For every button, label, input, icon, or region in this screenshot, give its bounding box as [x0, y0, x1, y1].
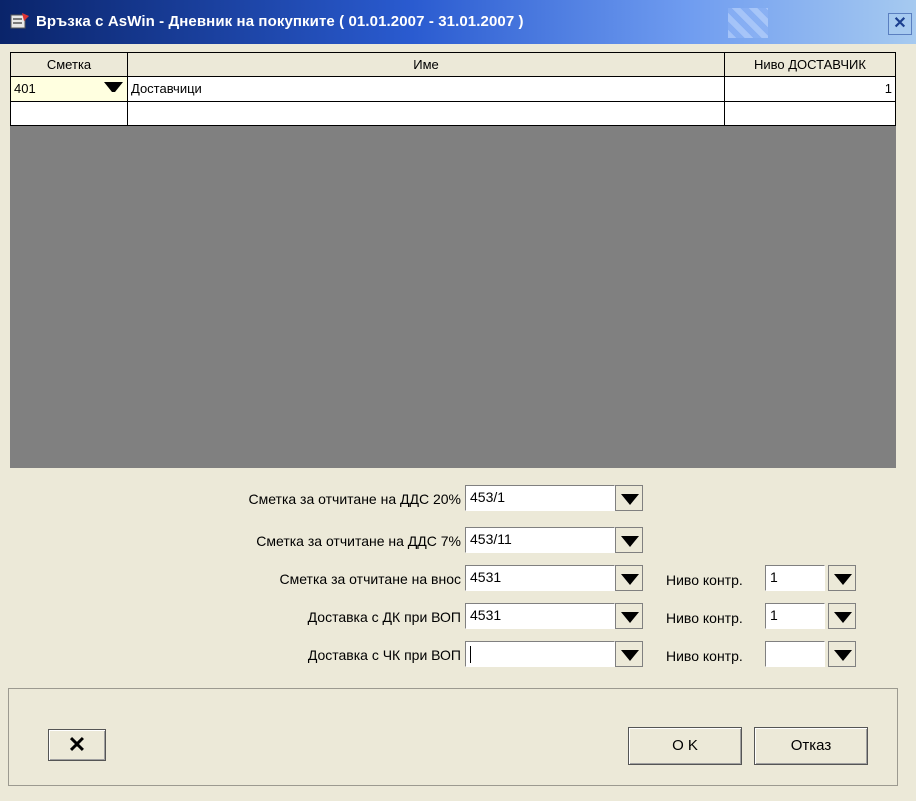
dialog-window: Връзка с AsWin - Дневник на покупките ( … — [0, 0, 916, 801]
cancel-button-label: Отказ — [790, 737, 832, 754]
empty-cell[interactable] — [724, 100, 896, 127]
vat20-label: Сметка за отчитане на ДДС 20% — [248, 491, 461, 507]
chevron-down-icon[interactable] — [828, 641, 856, 667]
column-header-level[interactable]: Ниво ДОСТАВЧИК — [724, 51, 896, 78]
level-cell[interactable]: 1 — [724, 76, 896, 102]
app-icon — [10, 13, 29, 29]
accounts-grid: Сметка Име Ниво ДОСТАВЧИК 401 Доставчици… — [10, 51, 896, 127]
dk-vop-row: Доставка с ДК при ВОП 4531 Ниво контр. 1 — [0, 603, 916, 631]
vat20-combo[interactable]: 453/1 — [465, 485, 615, 511]
chevron-down-icon[interactable] — [828, 565, 856, 591]
import-level-combo[interactable]: 1 — [765, 565, 825, 591]
empty-cell[interactable] — [10, 100, 128, 127]
column-header-name[interactable]: Име — [127, 51, 725, 78]
text-cursor — [470, 646, 471, 663]
import-level-value: 1 — [770, 569, 778, 585]
import-label: Сметка за отчитане на внос — [279, 571, 462, 587]
column-header-account[interactable]: Сметка — [10, 51, 128, 78]
chevron-down-icon[interactable] — [615, 565, 643, 591]
delete-button[interactable]: ✕ — [48, 729, 106, 761]
accounts-grid-area: Сметка Име Ниво ДОСТАВЧИК 401 Доставчици… — [10, 51, 896, 468]
dk-vop-level-value: 1 — [770, 607, 778, 623]
chk-vop-level-label: Ниво контр. — [666, 648, 743, 664]
dk-vop-label: Доставка с ДК при ВОП — [307, 609, 461, 625]
account-cell-combo[interactable]: 401 — [10, 76, 128, 102]
dk-vop-level-label: Ниво контр. — [666, 610, 743, 626]
window-title: Връзка с AsWin - Дневник на покупките ( … — [36, 13, 524, 30]
import-row: Сметка за отчитане на внос 4531 Ниво кон… — [0, 565, 916, 593]
table-row[interactable]: 401 Доставчици 1 — [10, 76, 896, 102]
import-value: 4531 — [470, 569, 502, 585]
vat7-row: Сметка за отчитане на ДДС 7% 453/11 — [0, 527, 916, 555]
name-cell[interactable]: Доставчици — [127, 76, 725, 102]
import-level-label: Ниво контр. — [666, 572, 743, 588]
cancel-button[interactable]: Отказ — [754, 727, 868, 765]
vat20-row: Сметка за отчитане на ДДС 20% 453/1 — [0, 485, 916, 513]
chevron-down-icon[interactable] — [615, 485, 643, 511]
chevron-down-icon[interactable] — [615, 641, 643, 667]
dk-vop-level-combo[interactable]: 1 — [765, 603, 825, 629]
close-icon: ✕ — [893, 15, 907, 32]
title-bar: Връзка с AsWin - Дневник на покупките ( … — [0, 0, 916, 44]
chevron-down-icon[interactable] — [615, 603, 643, 629]
title-bar-decoration — [728, 8, 768, 38]
chevron-down-icon[interactable] — [615, 527, 643, 553]
chevron-down-icon[interactable] — [828, 603, 856, 629]
chk-vop-level-combo[interactable] — [765, 641, 825, 667]
chk-vop-label: Доставка с ЧК при ВОП — [307, 647, 461, 663]
close-button[interactable]: ✕ — [888, 13, 912, 35]
chk-vop-combo[interactable] — [465, 641, 615, 667]
table-row-empty[interactable] — [10, 100, 896, 127]
ok-button[interactable]: O K — [628, 727, 742, 765]
chk-vop-row: Доставка с ЧК при ВОП Ниво контр. — [0, 641, 916, 669]
dk-vop-value: 4531 — [470, 607, 502, 623]
chevron-down-icon[interactable] — [104, 82, 123, 93]
vat7-label: Сметка за отчитане на ДДС 7% — [256, 533, 461, 549]
ok-button-label: O K — [672, 737, 698, 754]
account-cell-value: 401 — [14, 81, 36, 97]
grid-header-row: Сметка Име Ниво ДОСТАВЧИК — [10, 51, 896, 78]
vat20-value: 453/1 — [470, 489, 506, 505]
x-mark-icon: ✕ — [67, 732, 87, 757]
empty-cell[interactable] — [127, 100, 725, 127]
vat7-combo[interactable]: 453/11 — [465, 527, 615, 553]
import-combo[interactable]: 4531 — [465, 565, 615, 591]
dk-vop-combo[interactable]: 4531 — [465, 603, 615, 629]
vat7-value: 453/11 — [470, 531, 512, 547]
